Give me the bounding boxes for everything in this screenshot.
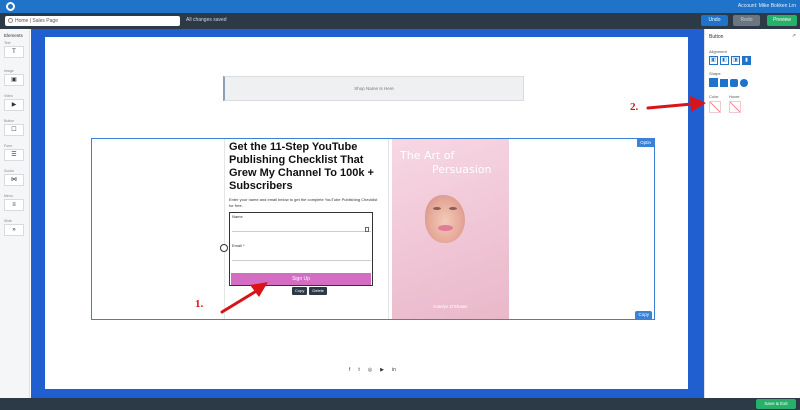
annotation-arrows [220, 96, 706, 314]
annotation-arrow-2 [646, 96, 706, 112]
annotation-arrow-1 [220, 282, 268, 314]
annotation-label-2: 2. [630, 101, 639, 113]
